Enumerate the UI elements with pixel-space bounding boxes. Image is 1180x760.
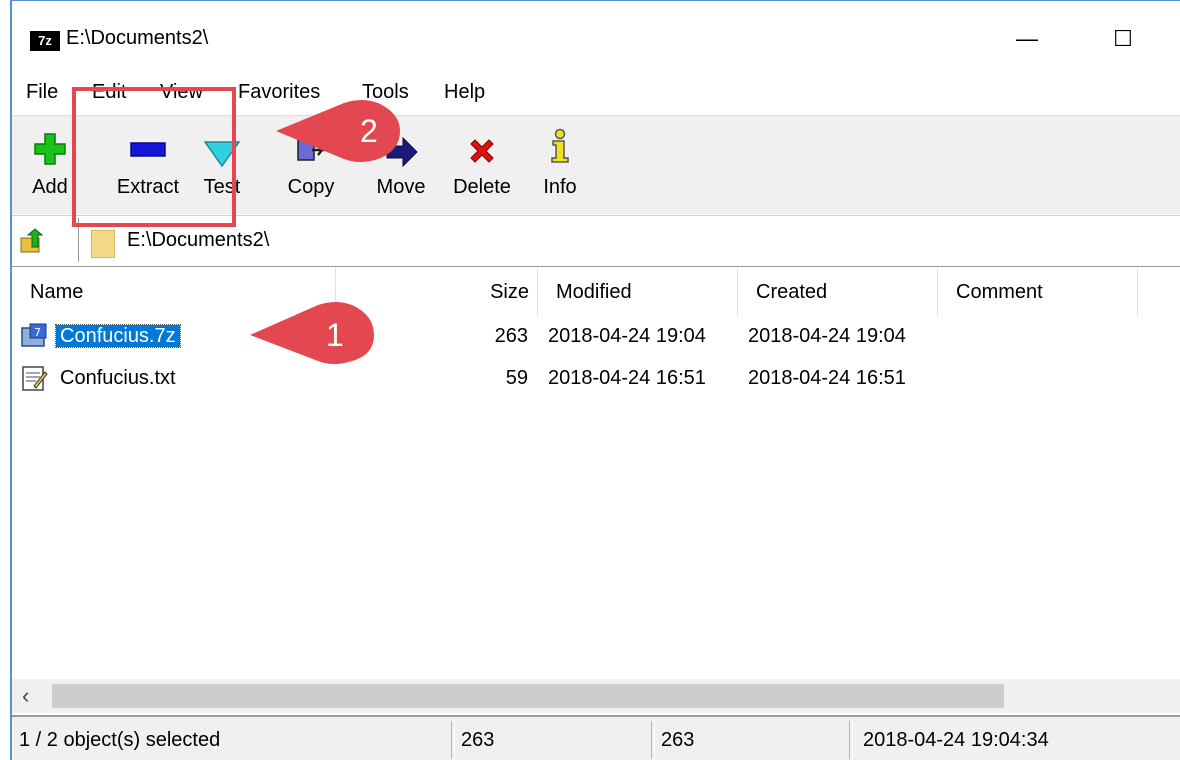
copy-label: Copy bbox=[287, 176, 335, 198]
file-list: Name Size Modified Created Comment 7 Con… bbox=[12, 267, 1180, 677]
menu-help[interactable]: Help bbox=[444, 81, 485, 104]
app-window: 7z E:\Documents2\ — ☐ File Edit View Fav… bbox=[10, 0, 1180, 760]
info-label: Info bbox=[543, 176, 577, 198]
file-size: 59 bbox=[505, 367, 528, 389]
highlight-box bbox=[72, 87, 236, 227]
callout-2: 2 bbox=[276, 100, 400, 162]
address-path: E:\Documents2\ bbox=[127, 229, 270, 251]
text-file-icon bbox=[22, 366, 48, 391]
folder-up-icon bbox=[20, 228, 44, 253]
file-name: Confucius.txt bbox=[60, 367, 176, 389]
maximize-button[interactable]: ☐ bbox=[1100, 19, 1146, 59]
address-field[interactable]: E:\Documents2\ bbox=[78, 218, 1180, 262]
file-modified: 2018-04-24 19:04 bbox=[548, 325, 706, 347]
callout-1: 1 bbox=[250, 302, 374, 364]
svg-text:7: 7 bbox=[34, 326, 41, 339]
column-header-created[interactable]: Created bbox=[738, 267, 938, 317]
folder-up-button[interactable] bbox=[18, 226, 48, 256]
status-modified: 2018-04-24 19:04:34 bbox=[852, 721, 1180, 759]
delete-label: Delete bbox=[453, 176, 511, 198]
info-icon bbox=[551, 128, 569, 163]
window-title: E:\Documents2\ bbox=[66, 27, 209, 49]
delete-button[interactable]: Delete bbox=[444, 116, 520, 214]
scroll-left-icon[interactable]: ‹ bbox=[22, 679, 46, 713]
callout-1-number: 1 bbox=[326, 317, 344, 353]
minimize-button[interactable]: — bbox=[1004, 19, 1050, 59]
file-name: Confucius.7z bbox=[55, 324, 181, 348]
folder-icon bbox=[91, 230, 115, 258]
scroll-thumb[interactable] bbox=[52, 684, 1004, 708]
app-logo-icon: 7z bbox=[30, 31, 60, 51]
column-header-modified[interactable]: Modified bbox=[538, 267, 738, 317]
table-row[interactable]: Confucius.txt 59 2018-04-24 16:51 2018-0… bbox=[12, 361, 1180, 395]
callout-2-number: 2 bbox=[360, 113, 378, 149]
delete-icon bbox=[470, 139, 494, 163]
status-selection: 1 / 2 object(s) selected bbox=[12, 721, 452, 759]
archive-file-icon: 7 bbox=[21, 323, 47, 347]
horizontal-scrollbar[interactable]: ‹ bbox=[12, 679, 1180, 713]
move-label: Move bbox=[376, 176, 426, 198]
column-header-comment[interactable]: Comment bbox=[938, 267, 1138, 317]
file-modified: 2018-04-24 16:51 bbox=[548, 367, 706, 389]
status-bar: 1 / 2 object(s) selected 263 263 2018-04… bbox=[12, 715, 1180, 760]
add-icon bbox=[34, 133, 66, 165]
file-created: 2018-04-24 19:04 bbox=[748, 325, 906, 347]
menu-file[interactable]: File bbox=[26, 81, 58, 104]
status-size-selected: 263 bbox=[454, 721, 652, 759]
info-button[interactable]: Info bbox=[530, 116, 590, 214]
title-bar: 7z E:\Documents2\ — ☐ bbox=[12, 1, 1180, 63]
file-created: 2018-04-24 16:51 bbox=[748, 367, 906, 389]
file-size: 263 bbox=[494, 325, 528, 347]
status-size-total: 263 bbox=[654, 721, 850, 759]
table-row[interactable]: 7 Confucius.7z 263 2018-04-24 19:04 2018… bbox=[12, 319, 1180, 353]
add-button[interactable]: Add bbox=[22, 116, 78, 214]
add-label: Add bbox=[32, 176, 68, 198]
